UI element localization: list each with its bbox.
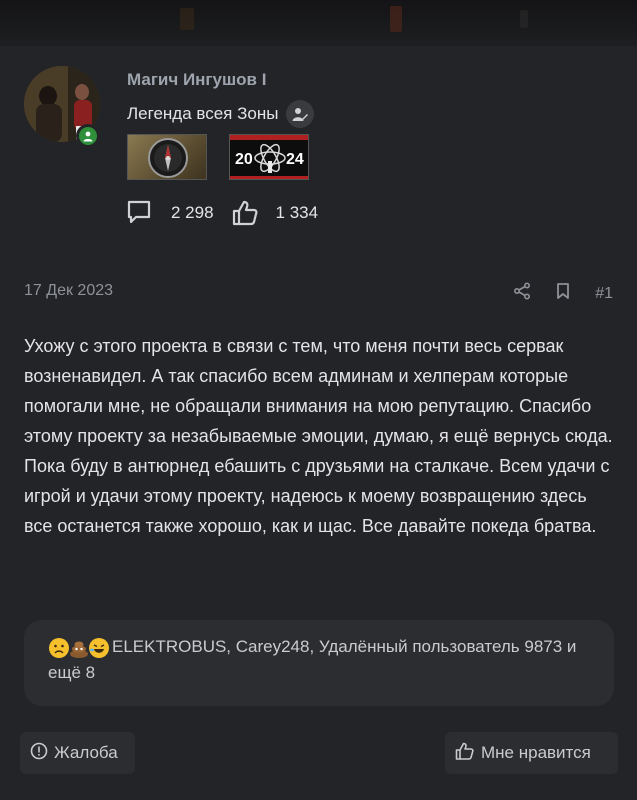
message-count: 2 298: [171, 203, 214, 222]
report-label: Жалоба: [54, 743, 118, 762]
bookmark-icon[interactable]: [555, 282, 571, 305]
alert-icon: [30, 742, 48, 765]
compass-badge[interactable]: [127, 134, 207, 180]
thumbs-up-icon: [232, 200, 260, 226]
post-number[interactable]: #1: [595, 285, 613, 303]
user-title: Легенда всея Зоны: [127, 100, 315, 128]
like-label: Мне нравится: [481, 743, 591, 762]
reactions-bar[interactable]: ELEKTROBUS, Carey248, Удалённый пользова…: [24, 620, 614, 706]
thumbs-up-icon: [455, 742, 475, 765]
user-title-text: Легенда всея Зоны: [127, 104, 279, 123]
badge-year-right: 24: [286, 151, 304, 168]
badge-year-left: 20: [235, 151, 253, 168]
post-date[interactable]: 17 Дек 2023: [24, 282, 113, 300]
online-status: [76, 124, 100, 148]
forum-post: Магич Ингушов I Легенда всея Зоны 20 24 …: [0, 46, 637, 800]
post-actions: #1: [513, 282, 613, 305]
report-button[interactable]: Жалоба: [20, 732, 135, 774]
reaction-icons: [48, 637, 110, 659]
like-button[interactable]: Мне нравится: [445, 732, 618, 774]
2024-badge[interactable]: 20 24: [229, 134, 309, 180]
user-edit-icon[interactable]: [286, 100, 315, 128]
reaction-users[interactable]: ELEKTROBUS, Carey248, Удалённый пользова…: [48, 637, 576, 682]
user-stats: 2 298 1 334: [127, 200, 318, 226]
sad-emoji-icon: [48, 637, 70, 659]
poop-emoji-icon: [68, 637, 90, 659]
share-icon[interactable]: [513, 282, 531, 305]
username[interactable]: Магич Ингушов I: [127, 70, 266, 90]
laughing-emoji-icon: [88, 637, 110, 659]
reaction-count: 1 334: [275, 203, 319, 222]
top-strip: [0, 0, 637, 46]
message-icon: [127, 200, 155, 226]
online-icon: [79, 127, 97, 145]
post-body: Ухожу с этого проекта в связи с тем, что…: [24, 336, 613, 536]
